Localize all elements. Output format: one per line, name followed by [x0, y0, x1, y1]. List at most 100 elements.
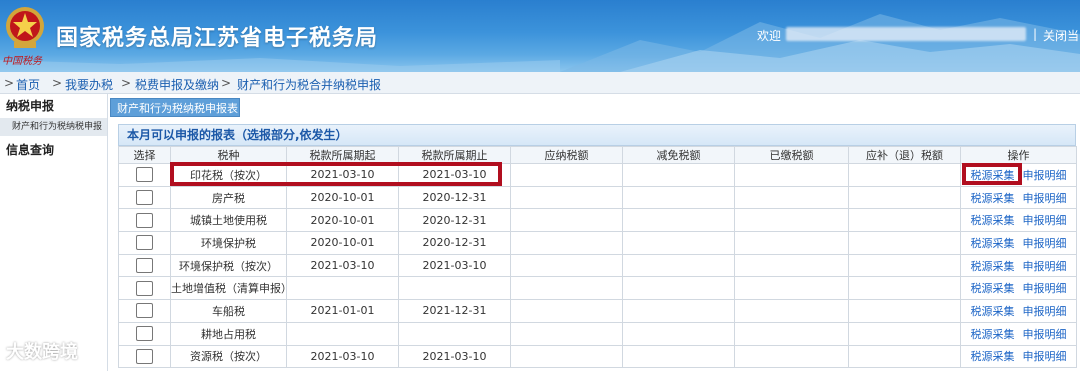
actions-cell: 税源采集 申报明细 — [960, 185, 1077, 210]
select-cell — [118, 299, 171, 323]
sidebar-section-query[interactable]: 信息查询 — [0, 140, 107, 160]
period-end-cell: 2021-03-10 — [398, 253, 511, 278]
row-checkbox[interactable] — [136, 303, 153, 319]
declare-detail-link[interactable]: 申报明细 — [1023, 237, 1067, 250]
declare-detail-link[interactable]: 申报明细 — [1023, 192, 1067, 205]
collect-source-link[interactable]: 税源采集 — [971, 169, 1015, 182]
tax-payable-cell — [510, 163, 623, 187]
col-header-select: 选择 — [118, 146, 171, 164]
declare-detail-link[interactable]: 申报明细 — [1023, 350, 1067, 363]
tax-paid-cell — [734, 253, 849, 278]
actions-cell: 税源采集 申报明细 — [960, 299, 1077, 323]
declare-detail-link[interactable]: 申报明细 — [1023, 214, 1067, 227]
tax-type-cell: 耕地占用税 — [170, 321, 287, 346]
table-row: 车船税 2021-01-01 2021-12-31 税源采集 申报明细 — [118, 299, 1077, 323]
tax-paid-cell — [734, 321, 849, 346]
breadcrumb-separator: > — [221, 76, 232, 90]
breadcrumb-declare-pay[interactable]: 税费申报及缴纳 — [135, 76, 219, 93]
tax-due-refund-cell — [848, 163, 961, 187]
select-cell — [118, 231, 171, 255]
site-title: 国家税务总局江苏省电子税务局 — [56, 26, 379, 51]
period-end-cell: 2020-12-31 — [398, 185, 511, 210]
sidebar-section-declare[interactable]: 纳税申报 — [0, 96, 107, 116]
tax-paid-cell — [734, 276, 849, 301]
period-end-cell — [398, 276, 511, 301]
tax-paid-cell — [734, 231, 849, 255]
tax-payable-cell — [510, 321, 623, 346]
collect-source-link[interactable]: 税源采集 — [971, 260, 1015, 273]
tax-paid-cell — [734, 208, 849, 233]
row-checkbox[interactable] — [136, 167, 153, 183]
period-end-cell: 2020-12-31 — [398, 208, 511, 233]
breadcrumb-home[interactable]: 首页 — [16, 76, 40, 93]
blurred-username — [786, 27, 1026, 41]
tax-payable-cell — [510, 276, 623, 301]
select-cell — [118, 163, 171, 187]
actions-cell: 税源采集 申报明细 — [960, 231, 1077, 255]
actions-cell: 税源采集 申报明细 — [960, 208, 1077, 233]
period-end-cell: 2021-03-10 — [398, 163, 511, 187]
tax-reduction-cell — [622, 185, 735, 210]
collect-source-link[interactable]: 税源采集 — [971, 328, 1015, 341]
breadcrumb-tax-service[interactable]: 我要办税 — [65, 76, 113, 93]
declare-detail-link[interactable]: 申报明细 — [1023, 260, 1067, 273]
row-checkbox[interactable] — [136, 326, 153, 342]
tax-due-refund-cell — [848, 344, 961, 369]
collect-source-link[interactable]: 税源采集 — [971, 305, 1015, 318]
row-checkbox[interactable] — [136, 280, 153, 296]
row-checkbox[interactable] — [136, 348, 153, 364]
declare-detail-link[interactable]: 申报明细 — [1023, 169, 1067, 182]
tax-payable-cell — [510, 253, 623, 278]
table-row: 资源税（按次） 2021-03-10 2021-03-10 税源采集 申报明细 — [118, 344, 1077, 369]
tax-due-refund-cell — [848, 253, 961, 278]
collect-source-link[interactable]: 税源采集 — [971, 237, 1015, 250]
tax-due-refund-cell — [848, 321, 961, 346]
tax-reduction-cell — [622, 344, 735, 369]
breadcrumb-separator: > — [4, 76, 15, 90]
tax-due-refund-cell — [848, 185, 961, 210]
select-cell — [118, 344, 171, 369]
collect-source-link[interactable]: 税源采集 — [971, 350, 1015, 363]
collect-source-link[interactable]: 税源采集 — [971, 282, 1015, 295]
tax-reduction-cell — [622, 208, 735, 233]
period-start-cell: 2021-03-10 — [286, 163, 399, 187]
period-end-cell: 2020-12-31 — [398, 231, 511, 255]
tax-type-cell: 环境保护税 — [170, 231, 287, 255]
select-cell — [118, 253, 171, 278]
row-checkbox[interactable] — [136, 212, 153, 228]
declare-detail-link[interactable]: 申报明细 — [1023, 305, 1067, 318]
tax-payable-cell — [510, 208, 623, 233]
period-start-cell: 2020-10-01 — [286, 231, 399, 255]
actions-cell: 税源采集 申报明细 — [960, 253, 1077, 278]
select-cell — [118, 276, 171, 301]
actions-cell: 税源采集 申报明细 — [960, 321, 1077, 346]
tab-property-behavior-tax-form[interactable]: 财产和行为税纳税申报表 — [110, 98, 240, 117]
breadcrumb: > 首页 > 我要办税 > 税费申报及缴纳 > 财产和行为税合并纳税申报 — [0, 72, 1080, 94]
period-start-cell — [286, 321, 399, 346]
breadcrumb-current[interactable]: 财产和行为税合并纳税申报 — [237, 76, 381, 93]
tax-payable-cell — [510, 299, 623, 323]
table-row: 土地增值税（清算申报） 税源采集 申报明细 — [118, 276, 1077, 301]
row-checkbox[interactable] — [136, 190, 153, 206]
period-start-cell: 2021-01-01 — [286, 299, 399, 323]
collect-source-link[interactable]: 税源采集 — [971, 214, 1015, 227]
tax-type-cell: 资源税（按次） — [170, 344, 287, 369]
row-checkbox[interactable] — [136, 258, 153, 274]
declare-detail-link[interactable]: 申报明细 — [1023, 282, 1067, 295]
header-separator: | — [1033, 27, 1038, 41]
tax-payable-cell — [510, 185, 623, 210]
tax-reduction-cell — [622, 321, 735, 346]
declare-detail-link[interactable]: 申报明细 — [1023, 328, 1067, 341]
sidebar-item-property-behavior-tax[interactable]: 财产和行为税纳税申报 — [0, 118, 107, 136]
period-end-cell: 2021-03-10 — [398, 344, 511, 369]
tax-type-cell: 印花税（按次） — [170, 163, 287, 187]
col-header-tax-type: 税种 — [170, 146, 287, 164]
actions-cell: 税源采集 申报明细 — [960, 276, 1077, 301]
welcome-text: 欢迎 — [757, 29, 782, 43]
row-checkbox[interactable] — [136, 235, 153, 251]
table-header-row: 选择 税种 税款所属期起 税款所属期止 应纳税额 减免税额 已缴税额 应补（退）… — [118, 146, 1077, 164]
collect-source-link[interactable]: 税源采集 — [971, 192, 1015, 205]
site-header: 中国税务 国家税务总局江苏省电子税务局 欢迎 | 关闭当 — [0, 0, 1080, 72]
col-header-tax-payable: 应纳税额 — [510, 146, 623, 164]
logout-link[interactable]: 关闭当 — [1043, 27, 1079, 44]
